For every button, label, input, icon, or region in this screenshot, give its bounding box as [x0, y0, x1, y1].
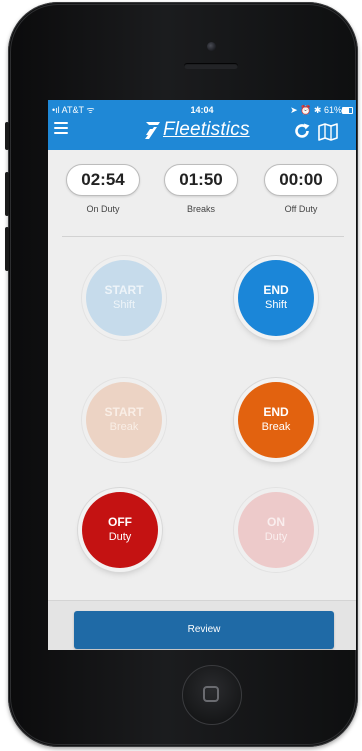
fleetistics-logo-icon — [145, 122, 160, 139]
menu-icon[interactable] — [54, 122, 68, 134]
start-shift-button[interactable]: START Shift — [86, 260, 162, 336]
review-button[interactable]: Review — [74, 611, 334, 649]
duty-timers: 02:54 On Duty 01:50 Breaks 00:00 Off Dut… — [48, 164, 356, 224]
start-break-button[interactable]: START Break — [86, 382, 162, 458]
button-line2: Duty — [108, 531, 132, 543]
off-duty-timer: 00:00 Off Duty — [264, 164, 338, 214]
on-duty-timer: 02:54 On Duty — [66, 164, 140, 214]
button-line1: ON — [267, 515, 285, 529]
divider — [62, 236, 344, 237]
status-bar: •ıl AT&T ᯤ 14:04 ➤ ⏰ ✱ 61% — [48, 103, 356, 117]
button-line1: START — [104, 405, 144, 419]
timer-value: 00:00 — [264, 164, 338, 196]
button-line2: Break — [109, 421, 139, 433]
status-right: ➤ ⏰ ✱ 61% — [290, 103, 342, 117]
end-shift-button[interactable]: END Shift — [238, 260, 314, 336]
earpiece-speaker — [184, 63, 238, 69]
off-duty-button[interactable]: OFF Duty — [82, 492, 158, 568]
button-line2: Break — [261, 421, 291, 433]
button-line2: Duty — [264, 531, 288, 543]
alarm-icon: ⏰ — [300, 105, 312, 115]
mute-switch — [5, 122, 9, 150]
button-line1: END — [263, 405, 289, 419]
button-line1: END — [263, 283, 289, 297]
breaks-timer: 01:50 Breaks — [164, 164, 238, 214]
front-camera — [207, 42, 216, 51]
button-line1: START — [104, 283, 144, 297]
map-icon[interactable] — [317, 121, 339, 141]
button-line2: Shift — [112, 299, 135, 311]
timer-value: 01:50 — [164, 164, 238, 196]
location-icon: ➤ — [290, 105, 298, 115]
timer-label: Off Duty — [284, 204, 318, 214]
home-button[interactable] — [182, 665, 242, 725]
battery-icon — [342, 107, 353, 114]
end-break-button[interactable]: END Break — [238, 382, 314, 458]
on-duty-button[interactable]: ON Duty — [238, 492, 314, 568]
timer-value: 02:54 — [66, 164, 140, 196]
volume-up-button — [5, 172, 9, 216]
timer-label: Breaks — [186, 204, 215, 214]
refresh-icon[interactable] — [292, 121, 312, 141]
button-line1: OFF — [108, 515, 132, 529]
brand-name: Fleetistics — [163, 119, 250, 140]
volume-down-button — [5, 227, 9, 271]
timer-label: On Duty — [86, 204, 120, 214]
footer-bar: Review — [48, 600, 356, 650]
app-header: •ıl AT&T ᯤ 14:04 ➤ ⏰ ✱ 61% Fleetistics — [48, 100, 356, 150]
battery-percent: 61% — [323, 105, 342, 115]
app-screen: •ıl AT&T ᯤ 14:04 ➤ ⏰ ✱ 61% Fleetistics 0… — [48, 100, 356, 650]
button-line2: Shift — [264, 299, 287, 311]
bluetooth-icon: ✱ — [313, 105, 322, 115]
